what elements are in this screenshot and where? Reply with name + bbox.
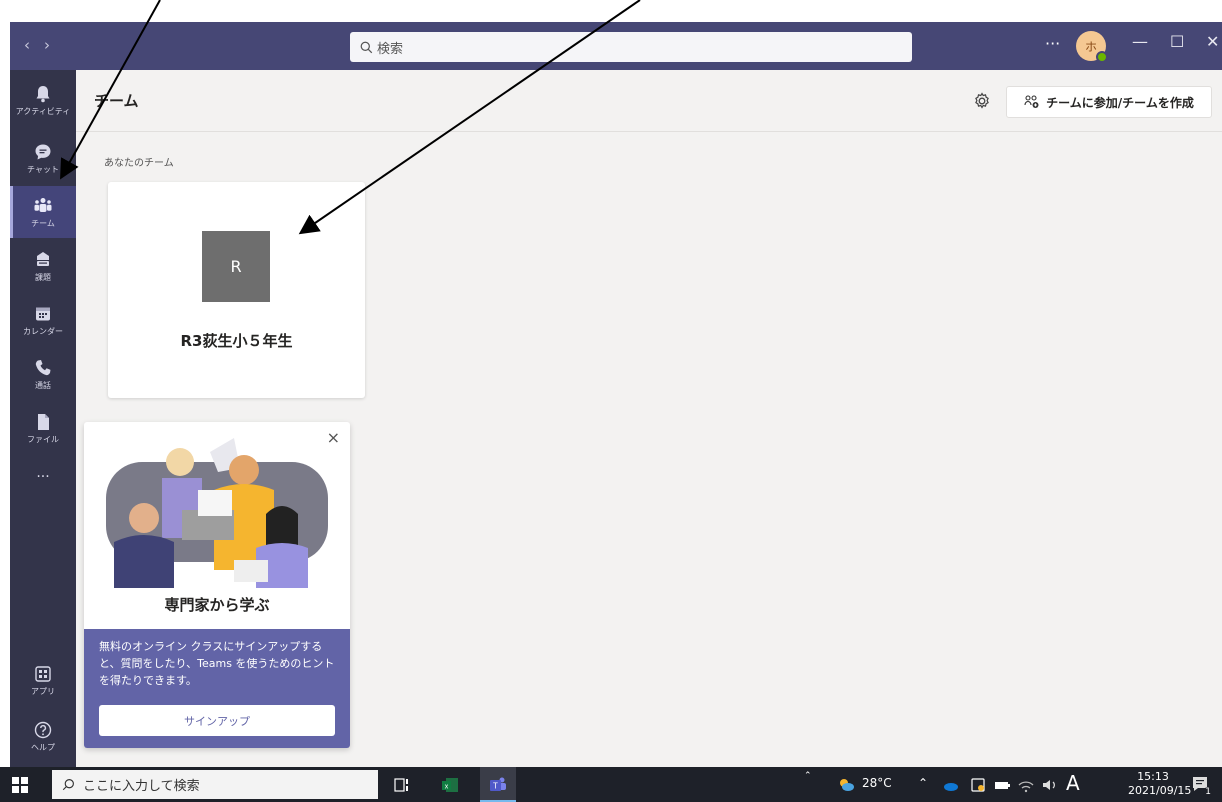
taskbar-search-input[interactable]: ここに入力して検索 [52,770,378,799]
search-placeholder: 検索 [377,41,404,57]
close-window-button[interactable]: ✕ [1206,32,1219,51]
promo-band: 無料のオンライン クラスにサインアップすると、質問をしたり、Teams を使うた… [84,629,350,748]
rail-item-assignments[interactable]: 課題 [10,240,76,292]
history-nav: ‹ › [24,36,50,54]
join-or-create-team-button[interactable]: チームに参加/チームを作成 [1006,86,1212,118]
section-label-your-teams: あなたのチーム [104,158,174,169]
more-options-icon[interactable]: ··· [1045,34,1060,53]
bell-icon [36,85,50,102]
search-icon [360,41,373,53]
svg-text:T: T [493,782,498,791]
screen: ‹ › 検索 ··· ホ — ☐ ✕ アクティビティ チャット チーム 課題 カ… [0,0,1222,802]
help-icon [34,721,52,738]
experts-illustration [106,438,328,588]
windows-start-icon[interactable] [12,777,28,793]
close-icon[interactable]: × [327,428,340,447]
chat-icon [35,144,51,159]
rail-item-label: 課題 [35,272,51,282]
volume-icon[interactable] [1040,775,1060,795]
apps-icon [35,665,51,682]
rail-item-label: チャット [27,164,59,174]
ime-indicator[interactable]: A [1066,771,1080,795]
learn-from-experts-card: × 専門家から学ぶ 無料のオンライン クラスにサインアップすると、質問をしたり、… [84,422,350,748]
battery-icon[interactable] [992,775,1012,795]
forward-icon[interactable]: › [44,36,50,54]
sign-up-button[interactable]: サインアップ [99,705,335,736]
rail-item-chat[interactable]: チャット [10,132,76,184]
taskbar-clock[interactable]: 15:13 2021/09/15 [1128,770,1192,798]
team-name: R3荻生小５年生 [180,332,293,350]
page-header: チーム チームに参加/チームを作成 [76,70,1222,132]
rail-item-label: カレンダー [23,326,63,336]
team-initial: R [230,257,242,276]
back-icon[interactable]: ‹ [24,36,30,54]
teams-taskbar-button[interactable]: T [480,767,516,802]
taskbar-search-placeholder: ここに入力して検索 [83,779,200,794]
search-icon [62,779,74,791]
rail-item-label: 通話 [35,380,51,390]
rail-item-calls[interactable]: 通話 [10,348,76,400]
page-title: チーム [94,92,139,110]
team-card[interactable]: R R3荻生小５年生 [108,182,365,398]
more-apps-icon: ··· [36,469,50,485]
notification-count-badge: 1 [1203,787,1213,797]
rail-item-files[interactable]: ファイル [10,402,76,454]
rail-item-label: アプリ [31,686,55,696]
teams-app-icon: T [490,777,506,791]
teams-icon [34,197,52,212]
rail-item-label: アクティビティ [15,106,71,116]
promo-title: 専門家から学ぶ [164,596,270,614]
svg-text:x: x [445,784,449,791]
show-hidden-icons[interactable]: ⌃ [804,771,812,781]
phone-icon [35,359,51,375]
rail-item-label: ファイル [27,434,59,444]
app-rail: アクティビティ チャット チーム 課題 カレンダー 通話 ファイル ··· アプ… [10,70,76,767]
rail-item-label: ヘルプ [31,742,55,752]
device-icon[interactable] [968,775,988,795]
gear-icon[interactable] [972,91,992,111]
avatar-initial: ホ [1084,39,1097,54]
windows-taskbar: ここに入力して検索 x T ⌃ 28°C ⌃ A 15:13 2021/09/1… [0,767,1222,802]
rail-item-apps[interactable]: アプリ [10,654,76,706]
clock-date: 2021/09/15 [1128,784,1192,797]
wifi-icon[interactable] [1016,775,1036,795]
weather-icon[interactable] [836,775,856,795]
rail-item-activity[interactable]: アクティビティ [10,74,76,126]
promo-description: 無料のオンライン クラスにサインアップすると、質問をしたり、Teams を使うた… [99,640,335,687]
rail-item-label: チーム [31,218,55,228]
people-add-icon [1024,95,1039,108]
minimize-button[interactable]: — [1132,32,1148,51]
avatar[interactable]: ホ [1076,31,1108,63]
weather-temperature[interactable]: 28°C [862,776,892,790]
search-input[interactable]: 検索 [350,32,912,62]
maximize-button[interactable]: ☐ [1170,32,1184,51]
excel-icon[interactable]: x [440,775,460,795]
notifications-button[interactable]: 1 [1190,774,1213,797]
task-view-icon[interactable] [392,775,412,795]
join-button-label: チームに参加/チームを作成 [1046,95,1194,110]
rail-item-help[interactable]: ヘルプ [10,710,76,762]
team-avatar-tile: R [202,231,270,302]
clock-time: 15:13 [1137,770,1169,783]
file-icon [38,413,49,430]
rail-item-teams[interactable]: チーム [10,186,76,238]
rail-item-calendar[interactable]: カレンダー [10,294,76,346]
presence-status-icon [1096,51,1108,63]
title-bar: ‹ › 検索 ··· ホ — ☐ ✕ [10,22,1222,70]
tray-overflow-icon[interactable]: ⌃ [918,776,928,790]
rail-more-apps[interactable]: ··· [10,462,76,492]
assignments-icon [37,251,49,266]
calendar-icon [36,307,50,320]
main-content: チーム チームに参加/チームを作成 あなたのチーム R R3荻生小５年生 × 専… [76,70,1222,767]
onedrive-icon[interactable] [940,775,960,795]
